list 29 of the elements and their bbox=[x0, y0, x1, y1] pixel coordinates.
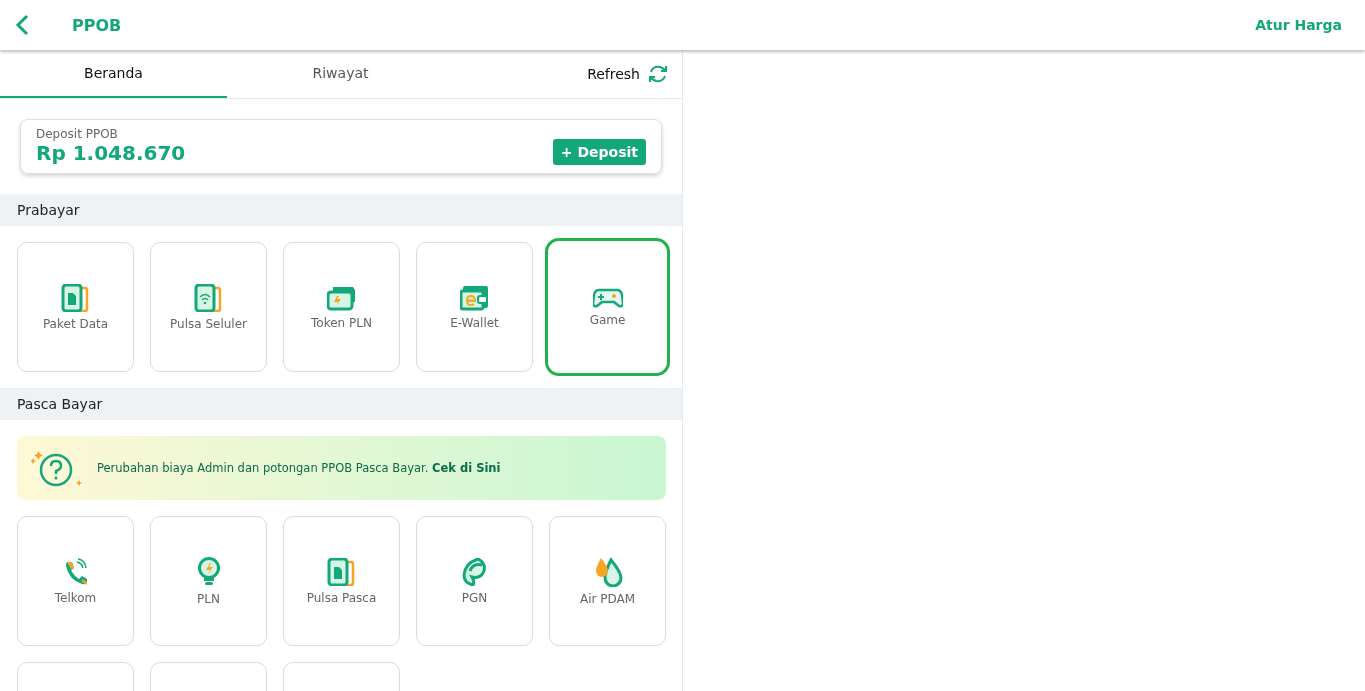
refresh-link[interactable]: Refresh bbox=[587, 66, 640, 82]
service-tile[interactable]: Pulsa Pasca bbox=[283, 516, 400, 646]
section-header: Prabayar bbox=[0, 194, 682, 226]
service-tile[interactable]: Paket Data bbox=[17, 242, 134, 372]
tab[interactable]: Beranda bbox=[0, 50, 227, 98]
service-tile[interactable]: Game bbox=[545, 238, 670, 376]
service-tile[interactable]: Pulsa Seluler bbox=[150, 242, 267, 372]
check-link[interactable]: Cek di Sini bbox=[432, 461, 501, 475]
light-bulb-icon bbox=[196, 556, 221, 587]
deposit-label: Deposit PPOB bbox=[36, 127, 119, 141]
service-tile[interactable]: PGN bbox=[416, 516, 533, 646]
service-tile[interactable]: E-Wallet bbox=[416, 242, 533, 372]
wallet-bolt-icon bbox=[326, 284, 357, 311]
sim-card-icon bbox=[326, 557, 357, 586]
sim-card-icon bbox=[60, 283, 91, 312]
section-header: Pasca Bayar bbox=[0, 388, 682, 420]
deposit-amount: Rp 1.048.670 bbox=[36, 141, 186, 165]
service-tile[interactable]: Telkom bbox=[17, 516, 134, 646]
gamepad-icon bbox=[592, 287, 623, 308]
phone-signal-icon bbox=[193, 283, 224, 312]
service-tile[interactable]: Air PDAM bbox=[549, 516, 666, 646]
service-tile[interactable]: Token PLN bbox=[283, 242, 400, 372]
tab[interactable]: Riwayat bbox=[227, 50, 454, 98]
service-tile[interactable]: PLN bbox=[150, 516, 267, 646]
refresh-icon[interactable] bbox=[648, 64, 668, 84]
info-text: Perubahan biaya Admin dan potongan PPOB Pasca Bayar. Cek di Sini bbox=[97, 461, 501, 475]
back-icon[interactable] bbox=[14, 14, 30, 36]
wallet-icon bbox=[459, 284, 490, 311]
page-title: PPOB bbox=[72, 15, 123, 35]
